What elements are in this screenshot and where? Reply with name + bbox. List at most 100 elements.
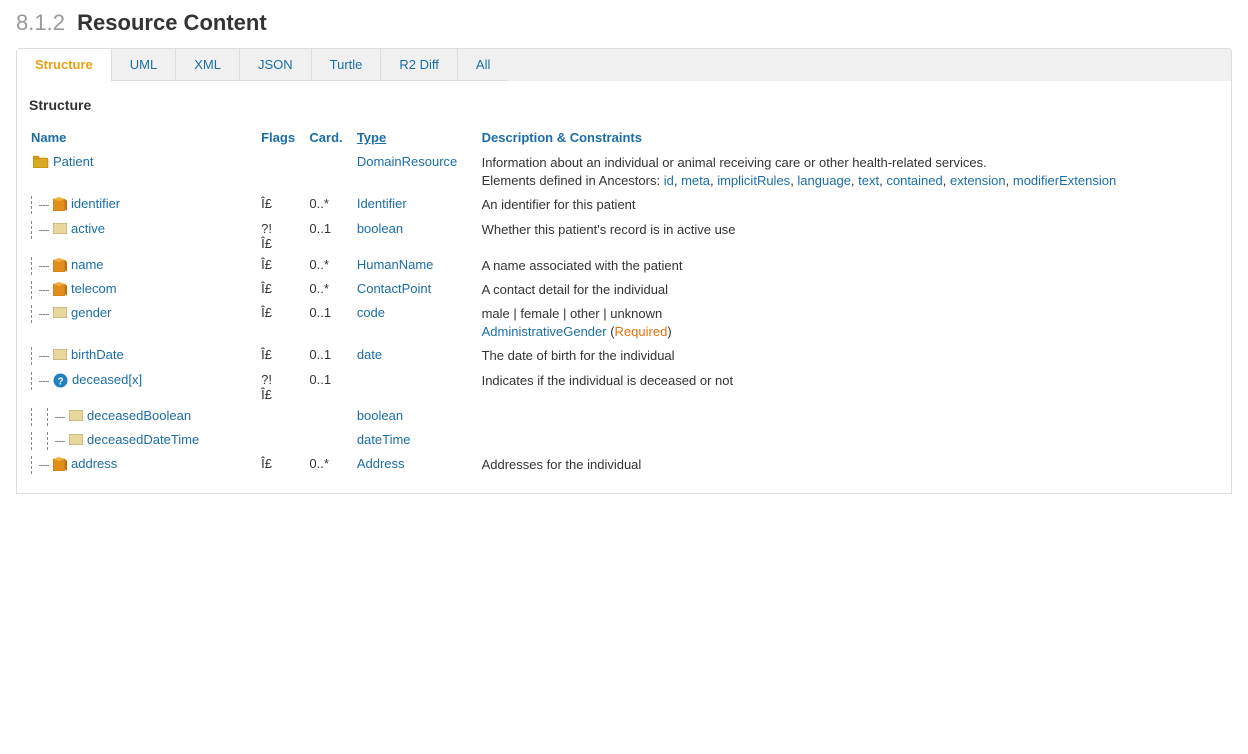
type-cell: ContactPoint (355, 278, 480, 302)
table-row: deceasedBoolean boolean (29, 405, 1219, 429)
required-link[interactable]: Required (615, 324, 668, 339)
field-name-link[interactable]: birthDate (71, 347, 124, 362)
description-cell (480, 429, 1219, 453)
table-row: birthDateÎ£0..1dateThe date of birth for… (29, 344, 1219, 368)
type-cell: boolean (355, 405, 480, 429)
content-area: Structure Name Flags Card. Type Descript… (16, 81, 1232, 494)
binding-link[interactable]: AdministrativeGender (482, 324, 607, 339)
name-cell: identifier (29, 193, 259, 217)
type-link[interactable]: date (357, 347, 382, 362)
flags-cell (259, 429, 307, 453)
type-link[interactable]: dateTime (357, 432, 411, 447)
tab-xml[interactable]: XML (176, 49, 240, 81)
name-cell: active (29, 218, 259, 254)
desc-link[interactable]: contained (886, 173, 942, 188)
page-title: 8.1.2 Resource Content (16, 10, 1232, 36)
cardinality-cell: 0..1 (307, 369, 354, 405)
desc-link[interactable]: meta (681, 173, 710, 188)
tab-r2diff[interactable]: R2 Diff (381, 49, 458, 81)
description-cell: The date of birth for the individual (480, 344, 1219, 368)
col-desc: Description & Constraints (480, 127, 1219, 151)
name-cell: birthDate (29, 344, 259, 368)
field-name-link[interactable]: deceasedBoolean (87, 408, 191, 423)
flags-cell (259, 151, 307, 193)
type-link[interactable]: boolean (357, 408, 403, 423)
title-text: Resource Content (77, 10, 266, 35)
col-flags: Flags (259, 127, 307, 151)
cardinality-cell: 0..1 (307, 218, 354, 254)
type-link[interactable]: ContactPoint (357, 281, 431, 296)
table-row: ?deceased[x]?! Î£0..1Indicates if the in… (29, 369, 1219, 405)
name-cell: gender (29, 302, 259, 344)
rect-icon (53, 348, 67, 363)
tab-structure[interactable]: Structure (17, 49, 112, 82)
type-cell (355, 369, 480, 405)
col-card: Card. (307, 127, 354, 151)
description-cell: Information about an individual or anima… (480, 151, 1219, 193)
description-cell: Whether this patient's record is in acti… (480, 218, 1219, 254)
cube-icon (53, 282, 67, 299)
flags-cell: Î£ (259, 453, 307, 477)
type-link[interactable]: Address (357, 456, 405, 471)
table-row: Patient DomainResource Information about a… (29, 151, 1219, 193)
structure-table: Name Flags Card. Type Description & Cons… (29, 127, 1219, 477)
tab-json[interactable]: JSON (240, 49, 312, 81)
tab-turtle[interactable]: Turtle (312, 49, 382, 81)
desc-link[interactable]: implici (717, 173, 753, 188)
type-link[interactable]: code (357, 305, 385, 320)
cardinality-cell: 0..* (307, 278, 354, 302)
flags-cell: Î£ (259, 193, 307, 217)
type-cell: boolean (355, 218, 480, 254)
type-link[interactable]: DomainResource (357, 154, 457, 169)
name-cell: telecom (29, 278, 259, 302)
rect-icon (69, 409, 83, 424)
description-cell: An identifier for this patient (480, 193, 1219, 217)
description-cell (480, 405, 1219, 429)
field-name-link[interactable]: gender (71, 305, 111, 320)
field-name-link[interactable]: deceased[x] (72, 372, 142, 387)
description-cell: Indicates if the individual is deceased … (480, 369, 1219, 405)
type-cell: dateTime (355, 429, 480, 453)
cardinality-cell: 0..* (307, 453, 354, 477)
svg-text:?: ? (57, 376, 63, 387)
cardinality-cell: 0..1 (307, 302, 354, 344)
field-name-link[interactable]: deceasedDateTime (87, 432, 199, 447)
desc-link[interactable]: tRules (753, 173, 790, 188)
type-cell: date (355, 344, 480, 368)
field-name-link[interactable]: name (71, 257, 104, 272)
tabs-bar: Structure UML XML JSON Turtle R2 Diff Al… (16, 48, 1232, 81)
name-cell: address (29, 453, 259, 477)
desc-link[interactable]: modifierExtension (1013, 173, 1116, 188)
type-link[interactable]: Identifier (357, 196, 407, 211)
field-name-link[interactable]: telecom (71, 281, 117, 296)
desc-link[interactable]: language (797, 173, 851, 188)
table-row: active?! Î£0..1booleanWhether this patie… (29, 218, 1219, 254)
field-name-link[interactable]: active (71, 221, 105, 236)
field-name-link[interactable]: Patient (53, 154, 93, 169)
name-cell: ? deceased[x] (29, 369, 259, 405)
rect-icon (53, 222, 67, 237)
type-link[interactable]: HumanName (357, 257, 434, 272)
cardinality-cell (307, 405, 354, 429)
cardinality-cell (307, 429, 354, 453)
tab-uml[interactable]: UML (112, 49, 176, 81)
field-name-link[interactable]: identifier (71, 196, 120, 211)
desc-link[interactable]: id (664, 173, 674, 188)
rect-icon (69, 433, 83, 448)
table-row: genderÎ£0..1codemale | female | other | … (29, 302, 1219, 344)
type-cell: Address (355, 453, 480, 477)
name-cell: deceasedBoolean (29, 405, 259, 429)
col-type: Type (355, 127, 480, 151)
rect-icon (53, 306, 67, 321)
desc-link[interactable]: extension (950, 173, 1006, 188)
tab-all[interactable]: All (458, 49, 508, 81)
name-cell: name (29, 254, 259, 278)
field-name-link[interactable]: address (71, 456, 117, 471)
desc-link[interactable]: text (858, 173, 879, 188)
type-link[interactable]: boolean (357, 221, 403, 236)
description-cell: Addresses for the individual (480, 453, 1219, 477)
type-cell: HumanName (355, 254, 480, 278)
title-prefix: 8.1.2 (16, 10, 65, 35)
type-cell: DomainResource (355, 151, 480, 193)
table-row: identifierÎ£0..*IdentifierAn identifier … (29, 193, 1219, 217)
